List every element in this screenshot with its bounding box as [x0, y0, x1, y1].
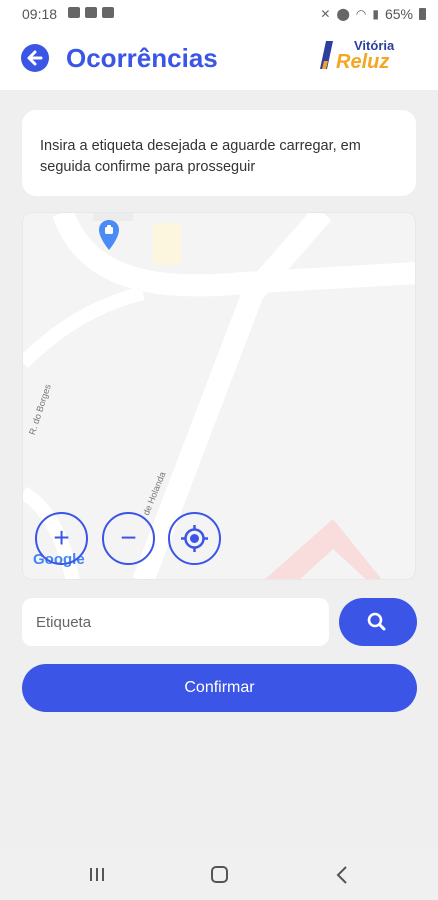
mail-icon [85, 7, 97, 18]
wifi-icon: ◠ [355, 7, 367, 21]
home-icon[interactable] [211, 866, 228, 883]
recents-icon[interactable] [89, 868, 105, 881]
status-right: ✕ ⬤ ◠ ▮ 65% [320, 6, 426, 22]
zoom-in-icon: + [53, 522, 70, 553]
message-icon [68, 7, 80, 18]
confirm-button[interactable]: Confirmar [22, 664, 417, 712]
status-time: 09:18 [22, 6, 58, 22]
locate-button[interactable] [168, 512, 221, 565]
locate-icon [181, 525, 208, 552]
app-header: Ocorrências Vitória Reluz [0, 28, 438, 90]
map-pin-icon[interactable] [98, 219, 120, 251]
logo-text-bottom: Reluz [336, 51, 390, 73]
zoom-in-button[interactable]: + [35, 512, 88, 565]
location-icon: ⬤ [336, 7, 350, 21]
signal-icon: ▮ [372, 7, 379, 21]
search-button[interactable] [339, 598, 417, 646]
etiqueta-input[interactable] [22, 598, 329, 646]
mute-icon: ✕ [320, 7, 331, 21]
status-bar: 09:18 ✕ ⬤ ◠ ▮ 65% [0, 0, 438, 28]
zoom-out-button[interactable]: − [102, 512, 155, 565]
zoom-out-icon: − [120, 522, 137, 553]
battery-percent: 65% [384, 6, 413, 22]
status-left-icons [68, 7, 114, 18]
arrow-left-icon [27, 50, 43, 66]
system-nav-bar [0, 848, 438, 900]
logo-mark [320, 41, 333, 69]
image-icon [102, 7, 114, 18]
back-button[interactable] [21, 44, 49, 72]
battery-icon [419, 8, 426, 20]
instruction-text: Insira a etiqueta desejada e aguarde car… [40, 138, 361, 175]
search-icon [367, 612, 386, 631]
page-title: Ocorrências [66, 43, 218, 73]
nav-back-icon[interactable] [335, 866, 349, 884]
logo: Vitória Reluz [318, 37, 406, 75]
instruction-card: Insira a etiqueta desejada e aguarde car… [22, 110, 416, 196]
